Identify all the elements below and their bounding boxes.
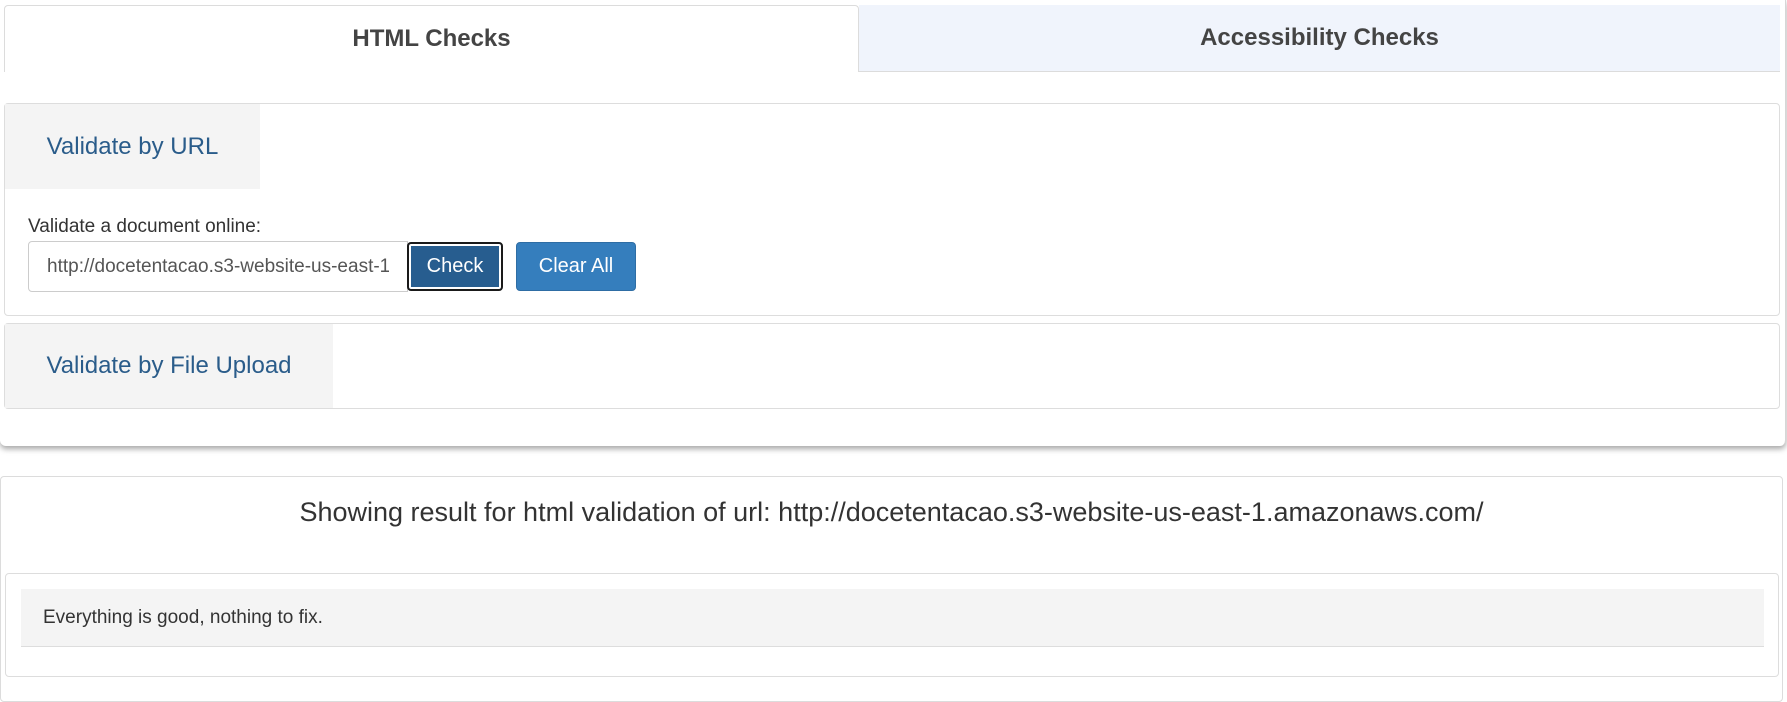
validate-by-file-panel: Validate by File Upload: [4, 323, 1780, 409]
validate-by-url-heading[interactable]: Validate by URL: [5, 104, 260, 189]
tab-html-checks[interactable]: HTML Checks: [4, 5, 859, 72]
validator-page: HTML Checks Accessibility Checks Validat…: [0, 0, 1787, 702]
tab-bar: HTML Checks Accessibility Checks: [4, 5, 1780, 72]
results-title: Showing result for html validation of ur…: [299, 497, 1484, 527]
url-field-label: Validate a document online:: [28, 216, 262, 237]
url-input[interactable]: [28, 241, 408, 292]
results-message: Everything is good, nothing to fix.: [21, 589, 1764, 647]
results-card: Showing result for html validation of ur…: [0, 476, 1783, 702]
clear-all-button[interactable]: Clear All: [516, 242, 636, 291]
results-box: Everything is good, nothing to fix.: [5, 573, 1779, 677]
validation-card: HTML Checks Accessibility Checks Validat…: [0, 0, 1786, 446]
validate-by-file-heading[interactable]: Validate by File Upload: [5, 324, 333, 408]
validate-by-url-panel: Validate by URL Validate a document onli…: [4, 103, 1780, 316]
tab-accessibility-checks[interactable]: Accessibility Checks: [859, 5, 1780, 72]
check-button[interactable]: Check: [407, 242, 503, 291]
